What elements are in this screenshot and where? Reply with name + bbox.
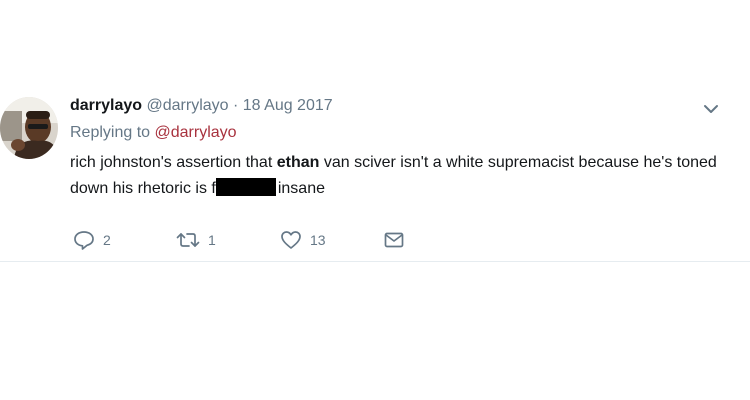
direct-message-button[interactable] — [383, 226, 405, 254]
retweet-count: 1 — [208, 232, 216, 248]
tweet-date[interactable]: 18 Aug 2017 — [243, 97, 333, 114]
avatar[interactable] — [0, 97, 58, 159]
user-avatar-photo-icon — [0, 97, 58, 159]
chevron-down-icon[interactable] — [702, 100, 720, 118]
retweet-icon — [176, 233, 200, 247]
reply-button[interactable]: 2 — [73, 226, 111, 254]
envelope-icon — [384, 232, 404, 248]
divider — [0, 261, 750, 262]
retweet-button[interactable]: 1 — [176, 226, 216, 254]
tweet-actions: 2 1 13 — [73, 226, 433, 254]
replying-to-handle[interactable]: @darrylayo — [155, 124, 237, 141]
tweet-text-part1: rich johnston's assertion that — [70, 154, 277, 171]
tweet-text-highlight: ethan — [276, 154, 320, 171]
tweet-text: rich johnston's assertion that ethan van… — [70, 150, 720, 202]
heart-icon — [281, 231, 301, 249]
like-count: 13 — [310, 232, 326, 248]
tweet-header: darrylayo @darrylayo · 18 Aug 2017 — [70, 94, 730, 118]
display-name[interactable]: darrylayo — [70, 97, 142, 114]
reply-count: 2 — [103, 232, 111, 248]
like-button[interactable]: 13 — [280, 226, 326, 254]
replying-to-label: Replying to — [70, 124, 151, 141]
tweet: darrylayo @darrylayo · 18 Aug 2017 Reply… — [0, 0, 750, 400]
replying-to: Replying to @darrylayo — [70, 122, 730, 144]
user-handle[interactable]: @darrylayo — [147, 97, 229, 114]
tweet-text-part3: insane — [277, 180, 325, 197]
redaction-box — [215, 178, 276, 196]
separator-dot: · — [233, 97, 239, 114]
reply-icon — [74, 231, 94, 250]
tweet-content: darrylayo @darrylayo · 18 Aug 2017 Reply… — [70, 94, 730, 202]
